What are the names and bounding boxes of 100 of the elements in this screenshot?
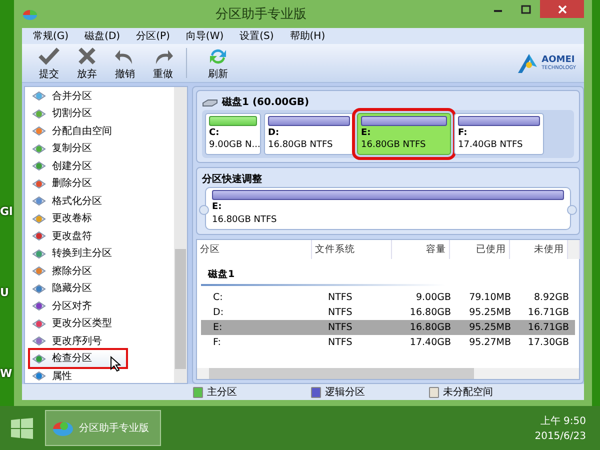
partition-row[interactable]: F: NTFS 17.40GB 95.27MB 17.30GB	[201, 335, 575, 350]
operation-item[interactable]: 切割分区	[30, 104, 170, 122]
operation-item[interactable]: 合并分区	[30, 87, 170, 104]
operation-item[interactable]: 更改序列号	[30, 332, 170, 350]
toolbar-button[interactable]: 重做	[144, 46, 182, 80]
partition-info: 17.40GB NTFS	[458, 139, 524, 151]
partition-info: 16.80GB NTFS	[361, 139, 427, 151]
scrollbar[interactable]	[568, 240, 580, 259]
table-cell-text: C:	[212, 291, 224, 305]
table-cell-text: 79.10MB	[468, 291, 512, 305]
operation-item[interactable]: 转换到主分区	[30, 244, 170, 262]
table-cell-text: 16.80GB	[408, 321, 452, 335]
column-header[interactable]: 已使用	[450, 240, 510, 259]
operation-label: 更改盘符	[52, 230, 92, 243]
window-title: 分区助手专业版	[214, 6, 308, 23]
operation-item[interactable]: 分区对齐	[30, 297, 170, 314]
scrollbar[interactable]	[174, 87, 187, 383]
menu-item[interactable]: 常规(G)	[28, 29, 80, 43]
clock-date[interactable]: 2015/6/23	[534, 431, 586, 442]
close-icon	[558, 4, 566, 14]
operation-item[interactable]: 更改分区类型	[30, 314, 170, 332]
operation-label: 合并分区	[52, 90, 92, 103]
operation-item[interactable]: 擦除分区	[30, 262, 170, 280]
table-cell-text: NTFS	[327, 306, 354, 320]
column-header[interactable]: 容量	[392, 240, 450, 259]
scrollbar-thumb[interactable]	[175, 249, 186, 369]
operation-label: 擦除分区	[52, 264, 92, 278]
toolbar-button[interactable]: 放弃	[68, 46, 106, 80]
toolbar-button[interactable]: 刷新	[199, 46, 237, 80]
operation-item[interactable]: 隐藏分区	[30, 280, 170, 297]
legend-label: 逻辑分区	[325, 386, 365, 399]
app-icon	[22, 7, 38, 21]
operation-label: 删除分区	[52, 177, 92, 190]
toolbar-button[interactable]: 提交	[30, 46, 68, 80]
partition-row[interactable]: E: NTFS 16.80GB 95.25MB 16.71GB	[201, 320, 575, 335]
scrollbar-thumb[interactable]	[209, 368, 474, 379]
windows-logo-icon	[11, 418, 33, 438]
partition-name: E:	[212, 202, 222, 212]
table-cell-text: 95.25MB	[468, 321, 512, 335]
partition-info: 9.00GB N...	[209, 139, 257, 151]
partition-info: 16.80GB NTFS	[268, 139, 334, 151]
menu-item[interactable]: 帮助(H)	[284, 29, 336, 43]
table-cell-text: 16.71GB	[526, 321, 570, 335]
operation-label: 切割分区	[52, 106, 92, 120]
partition-block[interactable]: F: 17.40GB NTFS	[454, 113, 544, 155]
table-cell-text: 17.30GB	[526, 336, 570, 350]
resize-handle[interactable]	[567, 205, 577, 215]
partition-name: D:	[268, 127, 280, 139]
table-cell-text: NTFS	[327, 291, 354, 305]
table-cell-text: 16.71GB	[526, 306, 570, 320]
hard-drive-icon	[202, 98, 218, 106]
operation-item[interactable]: 复制分区	[30, 140, 170, 157]
partition-block[interactable]: D: 16.80GB NTFS	[264, 113, 354, 155]
operation-label: 更改卷标	[52, 212, 92, 226]
cross-icon	[76, 46, 98, 66]
menu-item[interactable]: 磁盘(D)	[80, 29, 132, 43]
check-icon	[38, 46, 60, 66]
desktop-icon-label[interactable]: Gl	[0, 205, 14, 218]
menu-item[interactable]: 设置(S)	[234, 29, 285, 43]
column-header[interactable]: 分区	[197, 240, 312, 259]
table-cell-text: 16.80GB	[408, 306, 452, 320]
partition-row[interactable]: D: NTFS 16.80GB 95.25MB 16.71GB	[201, 305, 575, 320]
operation-label: 格式化分区	[52, 194, 102, 208]
mouse-cursor-icon	[110, 356, 121, 372]
operation-label: 检查分区	[52, 352, 92, 366]
resize-handle[interactable]	[199, 205, 209, 215]
legend-label: 主分区	[207, 386, 237, 399]
partition-info: 16.80GB NTFS	[212, 215, 277, 225]
partition-name: F:	[458, 127, 468, 139]
partition-name: C:	[209, 127, 220, 139]
desktop-icon-label[interactable]: U	[0, 286, 14, 299]
legend-label: 未分配空间	[443, 386, 493, 399]
table-cell-text: NTFS	[327, 336, 354, 350]
operation-item[interactable]: 删除分区	[30, 174, 170, 192]
table-cell-text: 95.25MB	[468, 306, 512, 320]
close-button[interactable]	[540, 0, 584, 18]
clock-time[interactable]: 上午 9:50	[540, 414, 586, 428]
desktop-icon-label[interactable]: W	[0, 367, 14, 380]
toolbar-button[interactable]: 撤销	[106, 46, 144, 80]
table-cell-text: F:	[212, 336, 222, 350]
partition-name: E:	[361, 127, 372, 139]
operation-item[interactable]: 创建分区	[30, 157, 170, 174]
partition-card[interactable]: E: 16.80GB NTFS	[205, 187, 571, 230]
column-header[interactable]: 文件系统	[312, 240, 392, 259]
partition-row[interactable]: C: NTFS 9.00GB 79.10MB 8.92GB	[201, 290, 575, 305]
table-cell-text: 17.40GB	[408, 336, 452, 350]
operation-label: 创建分区	[52, 160, 92, 173]
partition-block[interactable]: C: 9.00GB N...	[205, 113, 261, 155]
table-cell-text: D:	[212, 306, 225, 320]
operation-label: 复制分区	[52, 142, 92, 156]
horizontal-scrollbar[interactable]	[197, 368, 579, 379]
operation-item[interactable]: 属性	[30, 367, 170, 383]
operation-item[interactable]: 分配自由空间	[30, 122, 170, 140]
menu-item[interactable]: 向导(W)	[180, 29, 235, 43]
operation-item[interactable]: 更改卷标	[30, 210, 170, 227]
menu-item[interactable]: 分区(P)	[131, 29, 181, 43]
logo-icon	[516, 52, 539, 74]
operation-item[interactable]: 更改盘符	[30, 227, 170, 244]
operation-item[interactable]: 格式化分区	[30, 192, 170, 210]
operation-label: 分配自由空间	[52, 124, 112, 138]
